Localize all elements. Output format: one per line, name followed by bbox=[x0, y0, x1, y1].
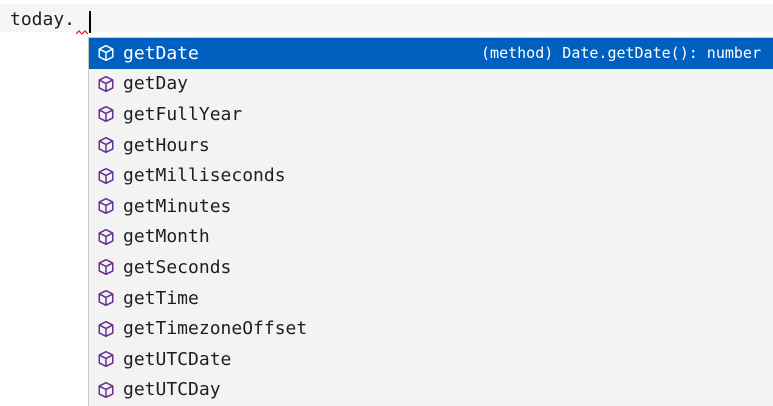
suggestion-item[interactable]: getSeconds bbox=[89, 252, 773, 283]
method-cube-icon bbox=[95, 103, 117, 125]
method-cube-icon bbox=[95, 256, 117, 278]
current-line[interactable]: today. bbox=[0, 4, 773, 35]
suggestion-label: getHours bbox=[123, 134, 210, 156]
suggestion-item[interactable]: getUTCDay bbox=[89, 375, 773, 406]
suggestion-label: getDay bbox=[123, 73, 189, 95]
suggestion-item[interactable]: getMilliseconds bbox=[89, 160, 773, 191]
suggestion-label: getMilliseconds bbox=[123, 165, 286, 187]
text-cursor bbox=[89, 11, 91, 33]
suggestion-label: getUTCDate bbox=[123, 348, 232, 370]
suggestion-label: getMinutes bbox=[123, 195, 232, 217]
method-cube-icon bbox=[95, 318, 117, 340]
method-cube-icon bbox=[95, 287, 117, 309]
suggestion-item[interactable]: getMonth bbox=[89, 222, 773, 253]
suggestion-label: getDate bbox=[123, 42, 199, 64]
method-cube-icon bbox=[95, 348, 117, 370]
suggest-widget[interactable]: getDate (method) Date.getDate(): number … bbox=[88, 37, 773, 406]
suggestion-item[interactable]: getTimezoneOffset bbox=[89, 313, 773, 344]
suggestion-item[interactable]: getTime bbox=[89, 283, 773, 314]
suggestion-item[interactable]: getFullYear bbox=[89, 99, 773, 130]
suggestion-item[interactable]: getDay bbox=[89, 69, 773, 100]
suggestion-label: getTime bbox=[123, 287, 199, 309]
code-editor[interactable]: today. getDate (method) Date.getDate(): … bbox=[0, 0, 773, 406]
code-text[interactable]: today. bbox=[10, 9, 75, 31]
suggestion-item[interactable]: getDate (method) Date.getDate(): number bbox=[89, 38, 773, 69]
method-cube-icon bbox=[95, 379, 117, 401]
method-cube-icon bbox=[95, 42, 117, 64]
suggestion-label: getUTCDay bbox=[123, 379, 221, 401]
suggestion-detail: (method) Date.getDate(): number bbox=[481, 44, 761, 63]
method-cube-icon bbox=[95, 73, 117, 95]
suggestion-item[interactable]: getHours bbox=[89, 130, 773, 161]
suggestion-item[interactable]: getUTCDate bbox=[89, 344, 773, 375]
suggestion-label: getTimezoneOffset bbox=[123, 318, 308, 340]
suggestion-label: getMonth bbox=[123, 226, 210, 248]
suggestion-item[interactable]: getMinutes bbox=[89, 191, 773, 222]
error-squiggle bbox=[76, 30, 88, 35]
method-cube-icon bbox=[95, 134, 117, 156]
suggestion-label: getFullYear bbox=[123, 103, 243, 125]
suggestion-label: getSeconds bbox=[123, 256, 232, 278]
method-cube-icon bbox=[95, 226, 117, 248]
method-cube-icon bbox=[95, 165, 117, 187]
method-cube-icon bbox=[95, 195, 117, 217]
